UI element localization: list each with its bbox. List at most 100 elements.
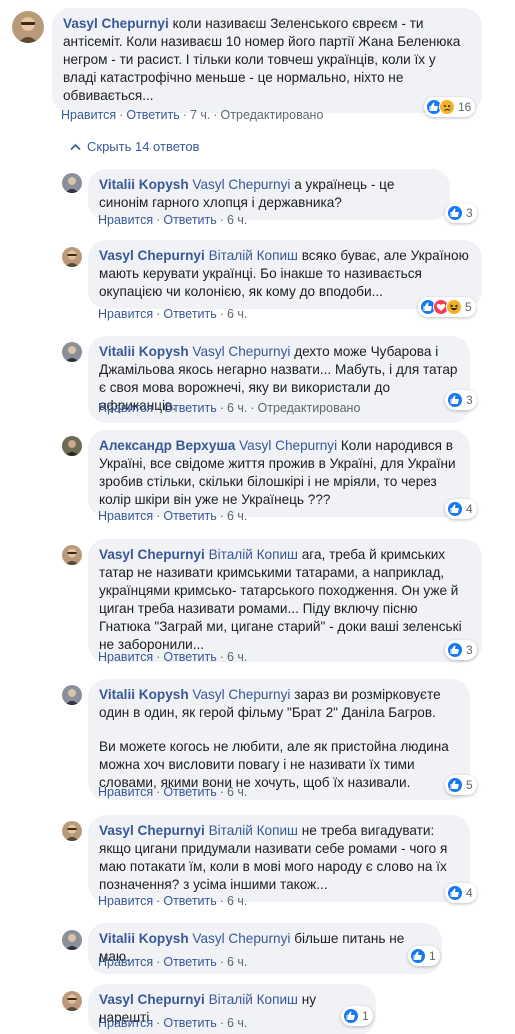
comment-actions: Нравится · Ответить · 6 ч. bbox=[98, 955, 248, 969]
comment-time[interactable]: 6 ч. bbox=[227, 213, 247, 227]
avatar-vasyl-icon bbox=[62, 247, 82, 267]
avatar-vitalii-icon bbox=[62, 342, 82, 362]
comment-time[interactable]: 6 ч. bbox=[227, 894, 247, 908]
like-button[interactable]: Нравится bbox=[61, 108, 116, 122]
like-button[interactable]: Нравится bbox=[98, 785, 153, 799]
comment-time[interactable]: 6 ч. bbox=[227, 509, 247, 523]
reactions-badge[interactable]: 5 bbox=[418, 297, 476, 317]
edited-label[interactable]: Отредактировано bbox=[221, 108, 324, 122]
reactions-badge[interactable]: 4 bbox=[445, 499, 477, 519]
avatar-vitalii-icon bbox=[62, 685, 82, 705]
avatar-vasyl-icon bbox=[12, 11, 44, 43]
comment-author[interactable]: Vasyl Chepurnyi bbox=[99, 547, 205, 562]
avatar[interactable] bbox=[62, 821, 82, 841]
reactions-badge[interactable]: 5 bbox=[445, 775, 477, 795]
like-button[interactable]: Нравится bbox=[98, 401, 153, 415]
comment-time[interactable]: 6 ч. bbox=[227, 1016, 247, 1030]
mention-tag[interactable]: Віталій Копиш bbox=[209, 547, 298, 562]
comment-actions: Нравится · Ответить · 6 ч. bbox=[98, 1016, 248, 1030]
mention-tag[interactable]: Vasyl Chepurnyi bbox=[192, 687, 290, 702]
reaction-count: 4 bbox=[466, 502, 473, 516]
comment-actions: Нравится · Ответить · 7 ч. · Отредактировано bbox=[61, 108, 324, 122]
comment-bubble: Vasyl Chepurnyi Віталій Копиш ага, треба… bbox=[88, 539, 482, 662]
like-button[interactable]: Нравится bbox=[98, 955, 153, 969]
reaction-count: 16 bbox=[458, 100, 472, 114]
comment-author[interactable]: Александр Верхуша bbox=[99, 438, 235, 453]
top-comment: Vasyl Chepurnyi коли називаєш Зеленськог… bbox=[0, 0, 515, 130]
edited-label[interactable]: Отредактировано bbox=[258, 401, 361, 415]
like-button[interactable]: Нравится bbox=[98, 894, 153, 908]
reactions-badge[interactable]: 3 bbox=[445, 390, 477, 410]
avatar[interactable] bbox=[62, 436, 82, 456]
avatar[interactable] bbox=[62, 545, 82, 565]
reply-button[interactable]: Ответить bbox=[163, 213, 216, 227]
mention-tag[interactable]: Віталій Копиш bbox=[209, 992, 298, 1007]
comment-actions: Нравится · Ответить · 6 ч. bbox=[98, 894, 248, 908]
reaction-count: 3 bbox=[466, 643, 473, 657]
reply-button[interactable]: Ответить bbox=[163, 307, 216, 321]
reply-button[interactable]: Ответить bbox=[163, 650, 216, 664]
reactions-badge[interactable]: 3 bbox=[445, 203, 477, 223]
reaction-count: 4 bbox=[466, 886, 473, 900]
reaction-count: 1 bbox=[429, 949, 436, 963]
comment-time[interactable]: 7 ч. bbox=[190, 108, 210, 122]
mention-tag[interactable]: Віталій Копиш bbox=[209, 823, 298, 838]
reply-button[interactable]: Ответить bbox=[163, 1016, 216, 1030]
like-button[interactable]: Нравится bbox=[98, 509, 153, 523]
reply-button[interactable]: Ответить bbox=[163, 509, 216, 523]
avatar[interactable] bbox=[62, 685, 82, 705]
mention-tag[interactable]: Vasyl Chepurnyi bbox=[192, 344, 290, 359]
reply-button[interactable]: Ответить bbox=[163, 894, 216, 908]
comment-author[interactable]: Vitalii Kopysh bbox=[99, 931, 189, 946]
comment-time[interactable]: 6 ч. bbox=[227, 785, 247, 799]
avatar[interactable] bbox=[62, 930, 82, 950]
avatar-vasyl-icon bbox=[62, 991, 82, 1011]
reaction-count: 3 bbox=[466, 393, 473, 407]
comment-author[interactable]: Vitalii Kopysh bbox=[99, 687, 189, 702]
like-button[interactable]: Нравится bbox=[98, 213, 153, 227]
mention-tag[interactable]: Vasyl Chepurnyi bbox=[192, 177, 290, 192]
mention-tag[interactable]: Vasyl Chepurnyi bbox=[192, 931, 290, 946]
like-reaction-icon bbox=[447, 501, 463, 517]
comment-author[interactable]: Vitalii Kopysh bbox=[99, 344, 189, 359]
like-button[interactable]: Нравится bbox=[98, 650, 153, 664]
comment-time[interactable]: 6 ч. bbox=[227, 401, 247, 415]
like-button[interactable]: Нравится bbox=[98, 307, 153, 321]
reactions-badge[interactable]: 16 bbox=[424, 97, 476, 117]
comment-author[interactable]: Vasyl Chepurnyi bbox=[63, 16, 169, 31]
reactions-badge[interactable]: 1 bbox=[341, 1006, 373, 1026]
reactions-badge[interactable]: 4 bbox=[445, 883, 477, 903]
avatar[interactable] bbox=[62, 991, 82, 1011]
reply-button[interactable]: Ответить bbox=[126, 108, 179, 122]
like-reaction-icon bbox=[447, 392, 463, 408]
avatar[interactable] bbox=[12, 11, 44, 43]
reactions-badge[interactable]: 1 bbox=[408, 946, 440, 966]
comment-time[interactable]: 6 ч. bbox=[227, 650, 247, 664]
reply-button[interactable]: Ответить bbox=[163, 785, 216, 799]
comment-author[interactable]: Vasyl Chepurnyi bbox=[99, 992, 205, 1007]
reply-button[interactable]: Ответить bbox=[163, 401, 216, 415]
comment-author[interactable]: Vasyl Chepurnyi bbox=[99, 823, 205, 838]
like-reaction-icon bbox=[447, 777, 463, 793]
mention-tag[interactable]: Віталій Копиш bbox=[209, 248, 298, 263]
sad-reaction-icon bbox=[439, 99, 455, 115]
avatar[interactable] bbox=[62, 173, 82, 193]
reaction-count: 3 bbox=[466, 206, 473, 220]
reply-button[interactable]: Ответить bbox=[163, 955, 216, 969]
comment-bubble: Александр Верхуша Vasyl Chepurnyi Коли н… bbox=[88, 430, 470, 517]
comment-text: ага, треба й кримських татар не називати… bbox=[99, 547, 462, 652]
like-reaction-icon bbox=[410, 948, 426, 964]
comment-time[interactable]: 6 ч. bbox=[227, 955, 247, 969]
mention-tag[interactable]: Vasyl Chepurnyi bbox=[239, 438, 337, 453]
comment-time[interactable]: 6 ч. bbox=[227, 307, 247, 321]
hide-replies-link[interactable]: Скрыть 14 ответов bbox=[70, 139, 199, 154]
reactions-badge[interactable]: 3 bbox=[445, 640, 477, 660]
like-reaction-icon bbox=[447, 885, 463, 901]
comment-actions: Нравится · Ответить · 6 ч. · Отредактировано bbox=[98, 401, 361, 415]
comment-author[interactable]: Vitalii Kopysh bbox=[99, 177, 189, 192]
avatar[interactable] bbox=[62, 342, 82, 362]
like-button[interactable]: Нравится bbox=[98, 1016, 153, 1030]
haha-reaction-icon bbox=[446, 299, 462, 315]
comment-author[interactable]: Vasyl Chepurnyi bbox=[99, 248, 205, 263]
avatar[interactable] bbox=[62, 247, 82, 267]
